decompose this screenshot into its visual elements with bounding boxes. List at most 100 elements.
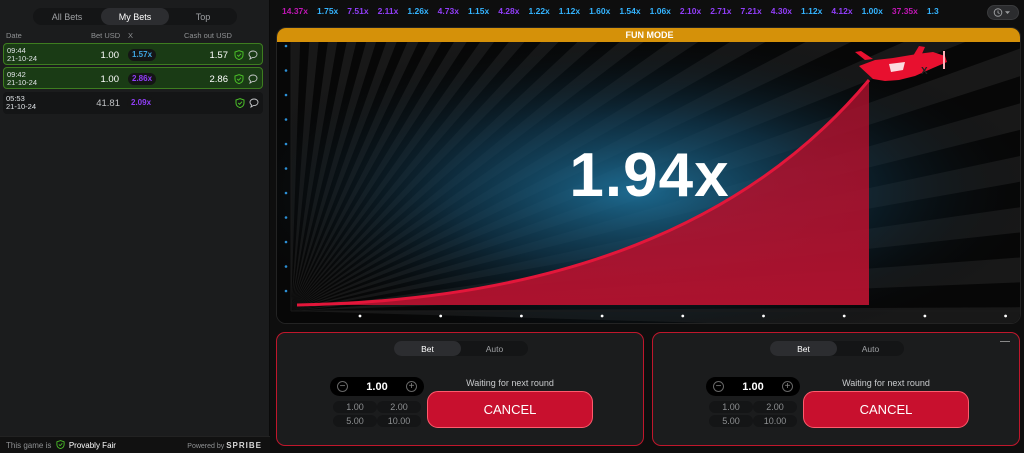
current-multiplier: 1.94x: [569, 141, 730, 210]
powered-by-label: Powered by: [187, 443, 225, 450]
bets-tabs: All Bets My Bets Top: [33, 8, 237, 25]
history-multiplier[interactable]: 4.30x: [771, 6, 792, 16]
tab-my-bets[interactable]: My Bets: [101, 8, 169, 25]
history-multiplier[interactable]: 1.06x: [650, 6, 671, 16]
bet-panel-2: Bet Auto − 1.00 + 1.00 2.00 5.00 10.00 W…: [652, 332, 1020, 446]
history-multiplier[interactable]: 1.00x: [862, 6, 883, 16]
bet-datetime: 09:44 21-10-24: [7, 47, 37, 63]
header-cashout: Cash out USD: [184, 31, 232, 40]
decrease-bet-button[interactable]: −: [337, 381, 348, 392]
history-multiplier[interactable]: 4.28x: [498, 6, 519, 16]
increase-bet-button[interactable]: +: [406, 381, 417, 392]
history-multiplier[interactable]: 1.3: [927, 6, 939, 16]
bet-multiplier: 1.57x: [128, 49, 157, 61]
svg-text:X: X: [921, 66, 928, 77]
x-axis-dot: [439, 314, 443, 318]
tab-auto[interactable]: Auto: [461, 341, 528, 356]
aviator-game-app: All Bets My Bets Top Date Bet USD X Cash…: [0, 0, 1024, 453]
cancel-button[interactable]: CANCEL: [803, 391, 969, 428]
quick-bet-10[interactable]: 10.00: [753, 415, 797, 427]
header-bet: Bet USD: [91, 31, 121, 40]
bet-row: 05:53 21-10-24 41.81 2.09x: [3, 92, 263, 114]
history-toggle-button[interactable]: [987, 5, 1019, 20]
waiting-status: Waiting for next round: [466, 378, 554, 388]
history-multiplier[interactable]: 1.12x: [559, 6, 580, 16]
provably-fair-shield-icon[interactable]: [235, 98, 245, 108]
bet-multiplier: 2.09x: [127, 97, 156, 109]
history-clock-icon: [993, 8, 1010, 17]
history-multiplier[interactable]: 1.26x: [407, 6, 428, 16]
x-axis-dot: [762, 314, 765, 318]
x-axis-dot: [358, 314, 362, 318]
history-multiplier[interactable]: 14.37x: [282, 6, 308, 16]
remove-panel-button[interactable]: [1000, 341, 1010, 342]
bet-amount: 1.00: [100, 74, 120, 85]
quick-bet-5[interactable]: 5.00: [333, 415, 377, 427]
history-multiplier[interactable]: 1.54x: [619, 6, 640, 16]
chat-bubble-icon[interactable]: [248, 50, 258, 60]
history-multiplier[interactable]: 1.12x: [801, 6, 822, 16]
bet-amount: 41.81: [96, 98, 120, 109]
chat-bubble-icon[interactable]: [249, 98, 259, 108]
bet-mode-tabs: Bet Auto: [394, 341, 528, 356]
bet-amount: 1.00: [100, 50, 120, 61]
bet-multiplier: 2.86x: [128, 73, 157, 85]
x-axis-dot: [600, 314, 604, 318]
bet-amount-stepper: − 1.00 +: [330, 377, 424, 396]
y-axis-dot: [284, 289, 288, 293]
tab-top[interactable]: Top: [169, 8, 237, 25]
waiting-status: Waiting for next round: [842, 378, 930, 388]
quick-bet-5[interactable]: 5.00: [709, 415, 753, 427]
y-axis-dot: [284, 69, 288, 72]
provably-fair-shield-icon[interactable]: [234, 74, 244, 84]
history-multiplier[interactable]: 1.60x: [589, 6, 610, 16]
history-multiplier[interactable]: 2.10x: [680, 6, 701, 16]
bet-cashout: 1.57: [209, 50, 229, 61]
quick-bet-1[interactable]: 1.00: [709, 401, 753, 413]
bet-date: 21-10-24: [7, 78, 38, 87]
cancel-button[interactable]: CANCEL: [427, 391, 593, 428]
multiplier-history: 14.37x 1.75x 7.51x 2.11x 1.26x 4.73x 1.15x 4.28…: [282, 6, 984, 20]
bet-amount-input[interactable]: 1.00: [726, 381, 780, 393]
tab-bet[interactable]: Bet: [394, 341, 461, 356]
history-multiplier[interactable]: 1.22x: [529, 6, 550, 16]
increase-bet-button[interactable]: +: [782, 381, 793, 392]
provably-fair-link[interactable]: Provably Fair: [69, 441, 116, 450]
y-axis-dot: [284, 240, 288, 244]
quick-bet-2[interactable]: 2.00: [377, 401, 421, 413]
bet-date: 21-10-24: [7, 54, 38, 63]
footer-prefix: This game is: [6, 441, 52, 450]
quick-bet-10[interactable]: 10.00: [377, 415, 421, 427]
decrease-bet-button[interactable]: −: [713, 381, 724, 392]
tab-auto[interactable]: Auto: [837, 341, 904, 356]
history-multiplier[interactable]: 1.75x: [317, 6, 338, 16]
quick-bet-2[interactable]: 2.00: [753, 401, 797, 413]
bets-panel: All Bets My Bets Top Date Bet USD X Cash…: [0, 0, 270, 453]
bet-row: 09:44 21-10-24 1.00 1.57x 1.57: [3, 43, 263, 65]
y-axis-dot: [284, 93, 288, 97]
game-canvas: X FUN MODE 1.94x: [276, 27, 1021, 324]
history-multiplier[interactable]: 2.11x: [378, 6, 399, 16]
y-axis-dot: [284, 216, 288, 219]
bet-amount-input[interactable]: 1.00: [350, 381, 404, 393]
provably-fair-note[interactable]: This game is Provably Fair: [6, 440, 116, 450]
fun-mode-banner: FUN MODE: [277, 28, 1020, 42]
history-multiplier[interactable]: 4.73x: [438, 6, 459, 16]
quick-bet-1[interactable]: 1.00: [333, 401, 377, 413]
history-multiplier[interactable]: 2.71x: [710, 6, 731, 16]
left-footer: This game is Provably Fair Powered by SP…: [0, 436, 270, 453]
bet-row: 09:42 21-10-24 1.00 2.86x 2.86: [3, 67, 263, 89]
x-axis-dot: [520, 314, 523, 318]
tab-bet[interactable]: Bet: [770, 341, 837, 356]
chat-bubble-icon[interactable]: [248, 74, 258, 84]
tab-all-bets[interactable]: All Bets: [33, 8, 101, 25]
history-multiplier[interactable]: 37.35x: [892, 6, 918, 16]
history-multiplier[interactable]: 1.15x: [468, 6, 489, 16]
history-multiplier[interactable]: 7.21x: [740, 6, 761, 16]
history-multiplier[interactable]: 7.51x: [347, 6, 368, 16]
bet-mode-tabs: Bet Auto: [770, 341, 904, 356]
bet-date: 21-10-24: [6, 102, 37, 111]
x-axis-dot: [1004, 314, 1007, 318]
history-multiplier[interactable]: 4.12x: [831, 6, 852, 16]
provably-fair-shield-icon[interactable]: [234, 50, 244, 60]
